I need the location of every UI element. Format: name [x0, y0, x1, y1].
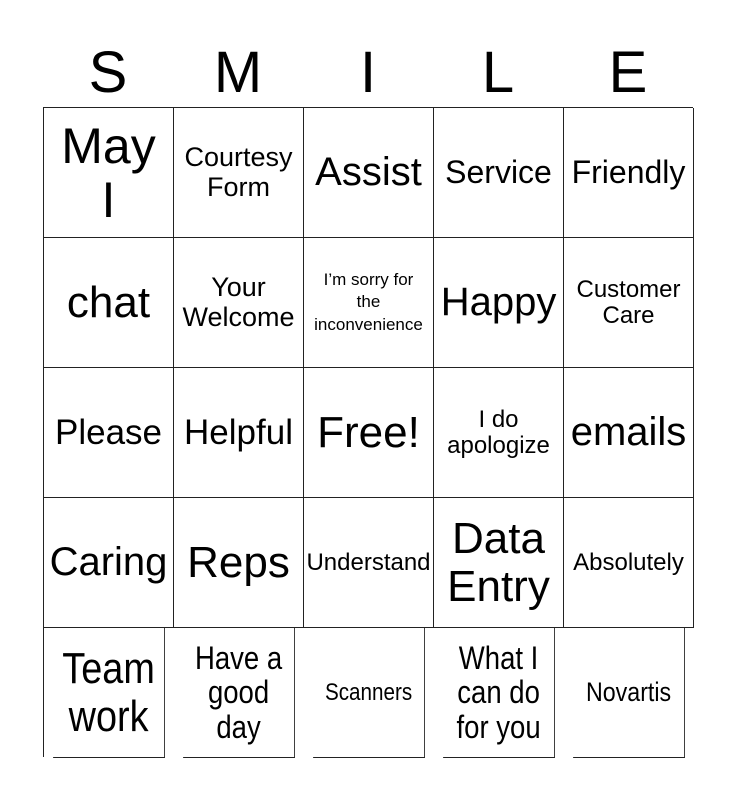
bingo-card: May I Courtesy Form Assist Service Frien… — [43, 107, 694, 758]
bingo-cell[interactable]: Please — [44, 368, 174, 498]
header-letter-e: E — [608, 40, 648, 105]
bingo-cell[interactable]: Happy — [434, 238, 564, 368]
bingo-cell[interactable]: Have a good day — [183, 628, 295, 758]
bingo-cell[interactable]: chat — [44, 238, 174, 368]
bingo-cell[interactable]: May I — [44, 108, 174, 238]
bingo-cell[interactable]: Reps — [174, 498, 304, 628]
bingo-cell[interactable]: Scanners — [313, 628, 425, 758]
bingo-cell[interactable]: Absolutely — [564, 498, 694, 628]
bingo-cell[interactable]: I do apologize — [434, 368, 564, 498]
bingo-cell[interactable]: emails — [564, 368, 694, 498]
bingo-cell[interactable]: Caring — [44, 498, 174, 628]
bingo-cell[interactable]: Free! — [304, 368, 434, 498]
bingo-cell[interactable]: What I can do for you — [443, 628, 555, 758]
bingo-cell[interactable]: Team work — [53, 628, 165, 758]
bingo-cell[interactable]: Understand — [304, 498, 434, 628]
bingo-cell[interactable]: Customer Care — [564, 238, 694, 368]
bingo-cell[interactable]: Your Welcome — [174, 238, 304, 368]
header-letter-l: L — [481, 40, 515, 105]
bingo-header: S M I L E — [43, 40, 693, 106]
bingo-cell[interactable]: Friendly — [564, 108, 694, 238]
bingo-cell[interactable]: Courtesy Form — [174, 108, 304, 238]
header-letter-m: M — [213, 40, 263, 105]
header-letter-s: S — [88, 40, 128, 105]
bingo-cell[interactable]: Assist — [304, 108, 434, 238]
bingo-cell[interactable]: Helpful — [174, 368, 304, 498]
bingo-cell[interactable]: I’m sorry for the inconvenience — [304, 238, 434, 368]
bingo-cell[interactable]: Novartis — [573, 628, 685, 758]
bingo-cell[interactable]: Service — [434, 108, 564, 238]
bingo-cell[interactable]: Data Entry — [434, 498, 564, 628]
header-letter-i: I — [359, 40, 377, 105]
